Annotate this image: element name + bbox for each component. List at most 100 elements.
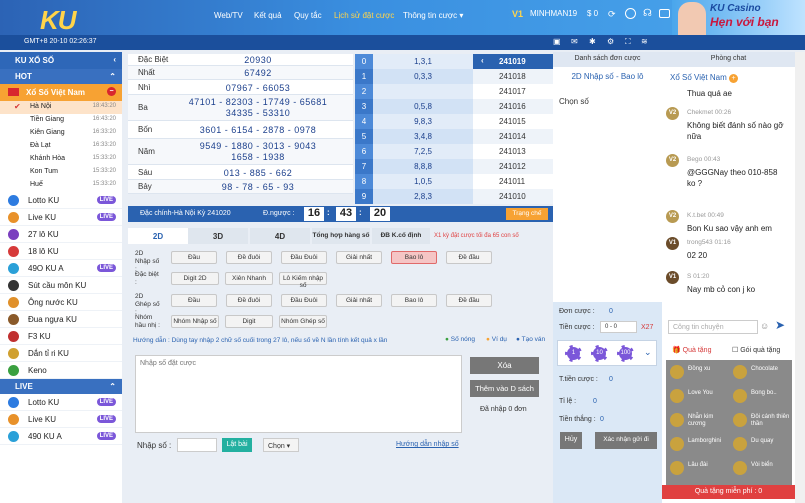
- emoji-icon[interactable]: ☺: [760, 321, 769, 331]
- amount-input[interactable]: 0 - 0: [600, 321, 637, 333]
- casino-banner[interactable]: KU Casino Hẹn với bạn: [672, 0, 805, 35]
- sidebar-game[interactable]: F3 KU: [0, 328, 122, 345]
- nav-results[interactable]: Kết quả: [254, 11, 282, 20]
- hot-numbers-link[interactable]: ● Số nóng: [445, 336, 475, 343]
- gift-item[interactable]: Du quay: [731, 434, 791, 454]
- user-avatar[interactable]: V2: [666, 210, 679, 223]
- message-author[interactable]: S 01:20: [687, 273, 709, 280]
- fullscreen-icon[interactable]: ⛶: [625, 37, 631, 47]
- period-code[interactable]: 241012: [473, 159, 553, 174]
- tab-receive-gift[interactable]: ☐ Gói quà tặng: [728, 343, 792, 357]
- flip-button[interactable]: Lật bài: [222, 438, 252, 452]
- gift-item[interactable]: Lamborghini: [668, 434, 728, 454]
- bet-option-button[interactable]: Đề đuôi: [226, 251, 272, 264]
- chat-input[interactable]: Công tin chuyện: [668, 320, 758, 334]
- bet-number-input[interactable]: [135, 355, 462, 433]
- period-code[interactable]: 241017: [473, 84, 553, 99]
- minus-icon[interactable]: −: [107, 87, 116, 96]
- sidebar-game[interactable]: Keno: [0, 362, 122, 379]
- section-live[interactable]: LIVE ⌃: [0, 379, 122, 394]
- sidebar-region[interactable]: Đà Lạt 16:33:20: [0, 140, 122, 153]
- bet-option-button[interactable]: Đề đuôi: [226, 294, 272, 307]
- trend-button[interactable]: Trạng chế: [506, 208, 548, 220]
- cancel-button[interactable]: Hủy: [560, 432, 582, 449]
- bet-option-button[interactable]: Bao lô: [391, 251, 437, 264]
- user-avatar[interactable]: V1: [666, 271, 679, 284]
- gift-item[interactable]: Đồng xu: [668, 362, 728, 382]
- period-code[interactable]: 241010: [473, 189, 553, 204]
- choose-select[interactable]: Chọn ▾: [263, 438, 299, 452]
- sidebar-game[interactable]: 18 lô KU: [0, 243, 122, 260]
- nav-rules[interactable]: Quy tắc: [294, 11, 322, 20]
- chip-10[interactable]: 10: [591, 345, 608, 362]
- camera-icon[interactable]: ▣: [553, 37, 561, 46]
- bet-option-button[interactable]: Đầu: [171, 294, 217, 307]
- gift-item[interactable]: Chocolate: [731, 362, 791, 382]
- bet-option-button[interactable]: Đầu Đuôi: [281, 251, 327, 264]
- close-icon[interactable]: +: [729, 74, 739, 83]
- nav-webtv[interactable]: Web/TV: [214, 11, 243, 20]
- bet-option-button[interactable]: Đầu: [171, 251, 217, 264]
- sidebar-region[interactable]: ✔ Hà Nội 18:43:20: [0, 101, 122, 114]
- bet-option-button[interactable]: Giải nhất: [336, 294, 382, 307]
- bet-option-button[interactable]: Đề đầu: [446, 294, 492, 307]
- bet-option-button[interactable]: Digit 2D: [171, 272, 219, 285]
- period-code[interactable]: 241018: [473, 69, 553, 84]
- chat-room[interactable]: Xổ Số Việt Nam +: [670, 73, 739, 83]
- tab-4d[interactable]: 4D: [250, 228, 310, 244]
- message-author[interactable]: Bego 00:43: [687, 156, 720, 163]
- period-code[interactable]: 241016: [473, 99, 553, 114]
- bet-option-button[interactable]: Giải nhất: [336, 251, 382, 264]
- message-author[interactable]: Chekmet 00:26: [687, 109, 731, 116]
- message-icon[interactable]: [659, 9, 670, 18]
- message-author[interactable]: trong543 01:16: [687, 239, 731, 246]
- sidebar-game[interactable]: Đua ngựa KU: [0, 311, 122, 328]
- collapse-icon[interactable]: ‹: [113, 55, 116, 64]
- gift-item[interactable]: Love You: [668, 386, 728, 406]
- sidebar-game[interactable]: Lotto KU LIVE: [0, 394, 122, 411]
- user-avatar[interactable]: V2: [666, 107, 679, 120]
- user-avatar[interactable]: V2: [666, 154, 679, 167]
- period-code[interactable]: 241014: [473, 129, 553, 144]
- sidebar-game[interactable]: 490 KU A LIVE: [0, 428, 122, 445]
- tab-2d[interactable]: 2D: [128, 228, 188, 244]
- chip-100[interactable]: 100: [617, 345, 634, 362]
- sidebar-game[interactable]: Ông nước KU: [0, 294, 122, 311]
- bet-option-button[interactable]: Lô Kiếm nhập số: [279, 272, 327, 289]
- gift-item[interactable]: Vòi biển: [731, 458, 791, 478]
- sidebar-game[interactable]: 49O KU A LIVE: [0, 260, 122, 277]
- user-avatar[interactable]: V1: [666, 237, 679, 250]
- chip-1[interactable]: 1: [565, 345, 582, 362]
- gift-item[interactable]: Nhẫn kim cương: [668, 410, 728, 430]
- tab-3d[interactable]: 3D: [188, 228, 248, 244]
- logout-icon[interactable]: [625, 8, 636, 19]
- bet-option-button[interactable]: Nhóm Ghép số: [279, 315, 327, 328]
- example-link[interactable]: ● Ví dụ: [486, 336, 507, 343]
- username[interactable]: MINHMAN19: [530, 9, 577, 18]
- sidebar-game[interactable]: Dắn tỉ ri KU: [0, 345, 122, 362]
- message-author[interactable]: K.t.bet 00:49: [687, 212, 724, 219]
- sidebar-game[interactable]: Sút cầu môn KU: [0, 277, 122, 294]
- sidebar-game[interactable]: 27 lô KU: [0, 226, 122, 243]
- chevron-down-icon[interactable]: ⌄: [644, 347, 652, 358]
- sidebar-game[interactable]: Lotto KU LIVE: [0, 192, 122, 209]
- bet-option-button[interactable]: Đề đầu: [446, 251, 492, 264]
- bet-option-button[interactable]: Đầu Đuôi: [281, 294, 327, 307]
- sidebar-region[interactable]: Kon Tum 15:33:20: [0, 166, 122, 179]
- headset-icon[interactable]: ☊: [643, 8, 652, 19]
- refresh-icon[interactable]: ⟳: [608, 9, 616, 20]
- gift-item[interactable]: Đôi cánh thiên thần: [731, 410, 791, 430]
- ku-logo[interactable]: KU: [40, 5, 77, 36]
- confirm-button[interactable]: Xác nhận gửi đi: [595, 432, 657, 449]
- nav-bet-history[interactable]: Lịch sử đặt cược: [334, 11, 394, 20]
- sidebar-region[interactable]: Kiên Giang 16:33:20: [0, 127, 122, 140]
- send-icon[interactable]: ➤: [775, 318, 785, 332]
- bet-option-button[interactable]: Digit: [225, 315, 273, 328]
- sidebar-region[interactable]: Huế 15:33:20: [0, 179, 122, 192]
- sidebar-game[interactable]: Live KU LIVE: [0, 209, 122, 226]
- number-input[interactable]: [177, 438, 217, 452]
- section-hot[interactable]: HOT ⌃: [0, 69, 122, 84]
- add-to-list-button[interactable]: Thêm vào D sách: [470, 380, 539, 397]
- period-code[interactable]: ‹ 241019: [473, 54, 553, 69]
- period-code[interactable]: 241013: [473, 144, 553, 159]
